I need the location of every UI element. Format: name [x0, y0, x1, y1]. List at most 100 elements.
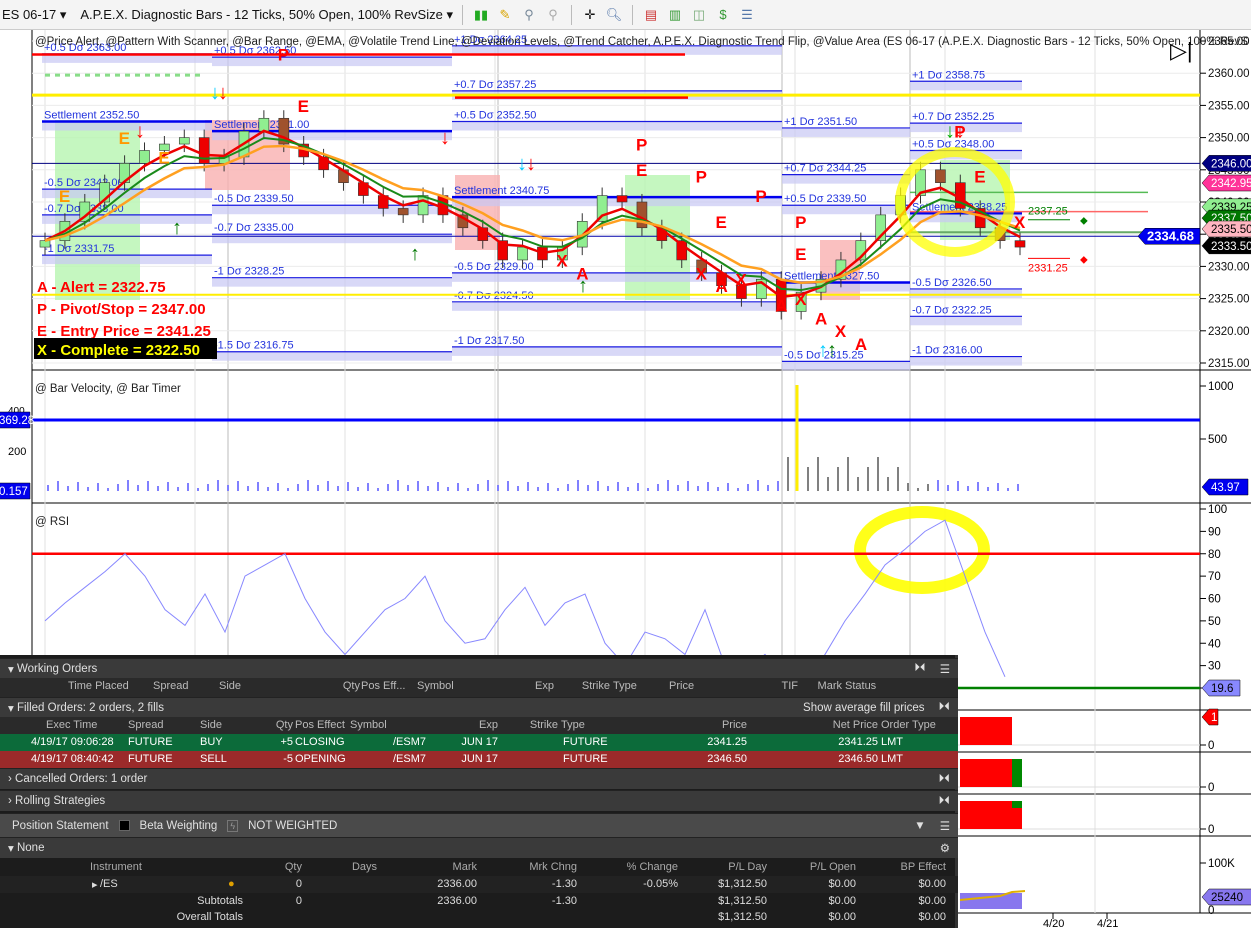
cell: 4/19/17 09:06:28 [31, 736, 114, 748]
divider [631, 4, 633, 25]
marker-a: A [775, 296, 787, 315]
weighting-value[interactable]: NOT WEIGHTED [248, 820, 337, 832]
date-axis-label: 4/20 [1043, 918, 1064, 928]
filled-order-row[interactable]: 4/19/17 08:40:42 FUTURE SELL -5 OPENING/ESM7… [0, 751, 958, 768]
filter-icon[interactable]: ▼ [914, 820, 925, 832]
filled-order-row[interactable]: 4/19/17 09:06:28 FUTURE BUY +5 CLOSING/ESM7 J… [0, 734, 958, 751]
cell: LMT [881, 753, 903, 765]
signal-tag: 1 [1211, 712, 1217, 724]
cell: Status [845, 680, 877, 692]
deviation-label: +0.7 Dσ 2357.25 [454, 79, 536, 91]
remove-study-icon[interactable]: ⚲ [544, 6, 562, 24]
cell: Pos Eff... [361, 680, 406, 692]
legend-pivot: P - Pivot/Stop = 2347.00 [37, 301, 206, 318]
working-orders-header[interactable]: ▾ Working Orders ⏵⏴ ☰ [0, 658, 958, 678]
cell: Qty [275, 719, 293, 731]
cell: Mark [817, 680, 842, 692]
marker-e: E [636, 161, 647, 180]
collapse-icon[interactable]: ⏵⏴ [939, 773, 951, 786]
cell: Symbol [417, 680, 454, 692]
cancelled-orders-header[interactable]: › Cancelled Orders: 1 order ⏵⏴ [0, 768, 958, 789]
deviation-band [212, 351, 452, 361]
show-average-fill-prices-button[interactable]: Show average fill prices [803, 702, 924, 714]
cell: $1,312.50 [718, 895, 767, 907]
crosshair-icon[interactable]: ✛ [581, 6, 599, 24]
chart-toolbar: ES 06-17 ▾ A.P.E.X. Diagnostic Bars - 12… [0, 0, 1251, 30]
price-tag: 2346.00 [1211, 158, 1251, 170]
dollar-icon[interactable]: $ [714, 6, 732, 24]
down-arrow-icon: ↓ [218, 82, 228, 104]
bars-icon[interactable]: ▥ [666, 6, 684, 24]
price-axis-label: 2360.00 [1208, 68, 1250, 80]
cell: Symbol [350, 719, 387, 731]
down-arrow-icon: ↓ [945, 121, 955, 143]
deviation-label: -1 Dσ 2317.50 [454, 335, 524, 347]
expand-icon[interactable]: ▸ [92, 878, 98, 891]
velocity-left-axis-label: 200 [8, 446, 26, 458]
candle [517, 246, 528, 261]
cell: Days [351, 861, 377, 873]
deviation-band [212, 234, 452, 244]
position-statement-title: Position Statement [12, 819, 109, 832]
cell: +5 [280, 736, 293, 748]
cell: Mrk Chng [529, 861, 577, 873]
menu-icon[interactable]: ☰ [940, 819, 950, 833]
collapse-icon[interactable]: ⏵⏴ [939, 795, 951, 808]
zoom-icon[interactable]: 🔍︎ [605, 6, 623, 24]
working-orders-title: Working Orders [16, 662, 98, 675]
filled-orders-title: Filled Orders: 2 orders, 2 fills [16, 701, 164, 714]
marker-e: E [298, 97, 309, 116]
histogram-bar [1012, 801, 1022, 808]
cell: 2341.25 [838, 736, 878, 748]
marker-e: E [716, 213, 727, 232]
beta-weighting-checkbox[interactable] [118, 820, 130, 831]
position-group-none[interactable]: ▾ None ⚙ [0, 837, 958, 858]
deviation-label: -0.5 Dσ 2342.00 [44, 177, 124, 189]
marker-x: X [1014, 213, 1026, 232]
candle [636, 201, 648, 229]
candle [258, 117, 270, 132]
rolling-strategies-header[interactable]: › Rolling Strategies ⏵⏴ [0, 790, 958, 811]
cell: Qty [284, 861, 302, 873]
position-row-es[interactable]: /ES 0 2336.00 -1.30 -0.05% $1,312.50 $0.00 $0.0… [0, 876, 958, 893]
rolling-strategies-title: Rolling Strategies [15, 795, 106, 807]
add-study-icon[interactable]: ⚲ [520, 6, 538, 24]
cell: 2341.25 [707, 736, 747, 748]
symbol-selector[interactable]: ES 06-17 ▾ [2, 7, 66, 23]
cell: Strike [529, 719, 558, 731]
menu-icon[interactable]: ☰ [940, 662, 950, 676]
collapse-icon[interactable]: ⏵⏴ [939, 701, 951, 714]
cell: -1.30 [551, 895, 577, 907]
rsi-axis-label: 50 [1208, 616, 1221, 628]
price-axis-label: 2315.00 [1208, 358, 1250, 370]
volume-bars [960, 893, 1022, 909]
cell: $0.00 [918, 895, 946, 907]
notes-icon[interactable]: ☰ [738, 6, 756, 24]
pencil-drawing-icon[interactable]: ✎ [496, 6, 514, 24]
filled-orders-columns: Exec Time Spread Side Qty Pos Effect Symbol Ex… [0, 717, 958, 734]
histogram-bar [960, 759, 1012, 787]
chart-style-selector[interactable]: A.P.E.X. Diagnostic Bars - 12 Ticks, 50%… [80, 7, 453, 23]
position-alert-icon[interactable]: ● [228, 878, 235, 890]
cell: FUTURE [563, 736, 608, 748]
chart-icon[interactable]: ◫ [690, 6, 708, 24]
collapse-icon[interactable]: ⏵⏴ [914, 662, 926, 675]
velocity-left-tag: 0.157 [0, 486, 28, 498]
settings-gear-icon[interactable]: ⚙ [940, 841, 950, 855]
cell: 0 [295, 895, 302, 907]
velocity-title: @ Bar Velocity, @ Bar Timer [35, 383, 181, 395]
cell: $0.00 [828, 911, 856, 923]
cell: 2336.00 [437, 895, 477, 907]
candle-style-icon[interactable]: ▮▮ [472, 6, 490, 24]
price-axis-label: 2330.00 [1208, 261, 1250, 273]
active-trader-icon[interactable]: ▤ [642, 6, 660, 24]
filled-orders-header[interactable]: ▾ Filled Orders: 2 orders, 2 fills Show … [0, 697, 958, 717]
velocity-axis-label: 500 [1208, 434, 1227, 446]
cell: Strike [581, 680, 610, 692]
deviation-band [910, 81, 1022, 91]
cancelled-orders-title: Cancelled Orders: 1 order [15, 773, 148, 785]
lightning-icon[interactable]: ϟ [227, 819, 239, 832]
deviation-label: +0.5 Dσ 2339.50 [784, 193, 866, 205]
cell: Subtotals [197, 895, 243, 907]
cell: 2336.00 [437, 878, 477, 890]
